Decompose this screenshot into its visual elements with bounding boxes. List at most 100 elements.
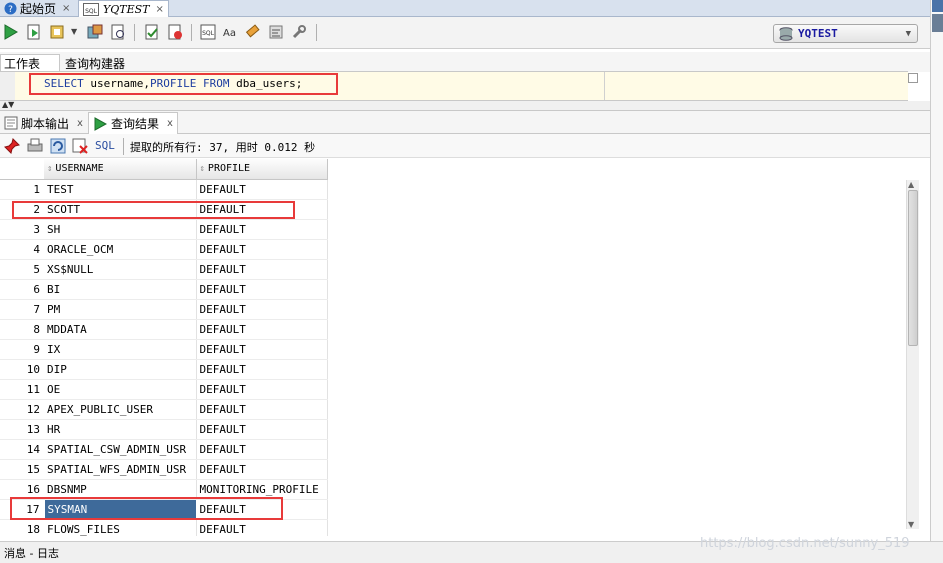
run-statement-icon[interactable] <box>3 24 19 40</box>
tab-worksheet[interactable]: 工作表 <box>0 54 60 72</box>
cell-username[interactable]: BI <box>44 279 197 300</box>
cell-username[interactable]: TEST <box>44 179 197 200</box>
close-icon[interactable]: x <box>77 118 83 129</box>
window-control[interactable] <box>932 0 943 12</box>
sort-icon[interactable]: ⇕ <box>47 164 52 174</box>
cell-username[interactable]: XS$NULL <box>44 259 197 280</box>
format-icon[interactable] <box>268 24 284 40</box>
chevron-down-icon[interactable]: ▼ <box>71 27 77 36</box>
cell-username[interactable]: DIP <box>44 359 197 380</box>
cell-profile[interactable]: DEFAULT <box>196 519 328 536</box>
pin-icon[interactable] <box>4 138 20 154</box>
cell-username[interactable]: SPATIAL_WFS_ADMIN_USR <box>44 459 197 480</box>
messages-log-label[interactable]: 消息 - 日志 <box>4 545 59 561</box>
cell-profile[interactable]: DEFAULT <box>196 259 328 280</box>
table-row[interactable]: 13 HR DEFAULT <box>0 419 328 440</box>
explain-plan-icon[interactable] <box>87 24 103 40</box>
row-number: 7 <box>0 299 44 320</box>
cell-username[interactable]: OE <box>44 379 197 400</box>
table-row[interactable]: 11 OE DEFAULT <box>0 379 328 400</box>
tab-start-page[interactable]: ? 起始页 × <box>0 0 74 17</box>
run-script-icon[interactable] <box>26 24 42 40</box>
table-row[interactable]: 4 ORACLE_OCM DEFAULT <box>0 239 328 260</box>
row-number: 15 <box>0 459 44 480</box>
wrench-icon[interactable] <box>291 24 307 40</box>
column-header-label: USERNAME <box>55 163 104 175</box>
cell-username[interactable]: ORACLE_OCM <box>44 239 197 260</box>
refresh-icon[interactable] <box>50 138 66 154</box>
cell-profile[interactable]: MONITORING_PROFILE <box>196 479 328 500</box>
cell-profile[interactable]: DEFAULT <box>196 299 328 320</box>
sql-history-icon[interactable]: SQL <box>200 24 216 40</box>
close-icon[interactable]: x <box>167 118 173 129</box>
collapse-arrows-icon[interactable]: ▲▼ <box>2 100 14 109</box>
sort-icon[interactable]: ⇕ <box>200 164 205 174</box>
rollback-icon[interactable] <box>167 24 183 40</box>
cell-username[interactable]: FLOWS_FILES <box>44 519 197 536</box>
sql-tuning-icon[interactable] <box>110 24 126 40</box>
cell-username[interactable]: APEX_PUBLIC_USER <box>44 399 197 420</box>
cell-profile[interactable]: DEFAULT <box>196 419 328 440</box>
table-row[interactable]: 10 DIP DEFAULT <box>0 359 328 380</box>
table-row[interactable]: 8 MDDATA DEFAULT <box>0 319 328 340</box>
cell-profile[interactable]: DEFAULT <box>196 379 328 400</box>
cell-profile[interactable]: DEFAULT <box>196 359 328 380</box>
cell-profile[interactable]: DEFAULT <box>196 179 328 200</box>
output-tab-bar: 脚本输出 x 查询结果 x <box>0 111 930 134</box>
table-row[interactable]: 18 FLOWS_FILES DEFAULT <box>0 519 328 536</box>
document-tab-bar: ? 起始页 × SQL YQTEST × <box>0 0 943 17</box>
scroll-down-icon[interactable]: ▼ <box>908 520 914 529</box>
tab-label: YQTEST <box>103 2 150 16</box>
table-row[interactable]: 6 BI DEFAULT <box>0 279 328 300</box>
table-row[interactable]: 16 DBSNMP MONITORING_PROFILE <box>0 479 328 500</box>
table-row[interactable]: 14 SPATIAL_CSW_ADMIN_USR DEFAULT <box>0 439 328 460</box>
svg-text:SQL: SQL <box>85 8 98 15</box>
clear-icon[interactable] <box>245 24 261 40</box>
scroll-up-icon[interactable]: ▲ <box>908 180 914 189</box>
cell-profile[interactable]: DEFAULT <box>196 339 328 360</box>
cell-username[interactable]: IX <box>44 339 197 360</box>
autotrace-icon[interactable] <box>50 24 66 40</box>
script-output-icon <box>4 116 18 130</box>
cell-profile[interactable]: DEFAULT <box>196 239 328 260</box>
connection-selector[interactable]: YQTEST ▼ <box>773 24 918 43</box>
chevron-down-icon[interactable]: ▼ <box>906 29 911 39</box>
cell-username[interactable]: HR <box>44 419 197 440</box>
tab-yqtest[interactable]: SQL YQTEST × <box>78 0 169 17</box>
tab-script-output[interactable]: 脚本输出 x <box>0 112 87 134</box>
commit-icon[interactable] <box>144 24 160 40</box>
cell-username[interactable]: MDDATA <box>44 319 197 340</box>
window-scroll-button[interactable] <box>932 14 943 32</box>
cell-profile[interactable]: DEFAULT <box>196 219 328 240</box>
column-header-profile[interactable]: ⇕ PROFILE <box>196 159 328 180</box>
table-row[interactable]: 9 IX DEFAULT <box>0 339 328 360</box>
editor-subtab-bar: 工作表 查询构建器 <box>0 52 930 72</box>
cell-profile[interactable]: DEFAULT <box>196 439 328 460</box>
cell-profile[interactable]: DEFAULT <box>196 459 328 480</box>
cell-username[interactable]: PM <box>44 299 197 320</box>
sql-button[interactable]: SQL <box>95 139 115 152</box>
close-icon[interactable]: × <box>156 4 164 15</box>
uppercase-icon[interactable]: Aa <box>222 24 238 40</box>
print-icon[interactable] <box>27 138 43 154</box>
table-row[interactable]: 7 PM DEFAULT <box>0 299 328 320</box>
cell-username[interactable]: DBSNMP <box>44 479 197 500</box>
cell-username[interactable]: SH <box>44 219 197 240</box>
tab-query-result[interactable]: 查询结果 x <box>88 112 178 134</box>
cell-profile[interactable]: DEFAULT <box>196 399 328 420</box>
close-icon[interactable]: × <box>62 3 70 14</box>
table-row[interactable]: 1 TEST DEFAULT <box>0 179 328 200</box>
table-row[interactable]: 5 XS$NULL DEFAULT <box>0 259 328 280</box>
delete-icon[interactable] <box>72 138 88 154</box>
table-row[interactable]: 12 APEX_PUBLIC_USER DEFAULT <box>0 399 328 420</box>
cell-profile[interactable]: DEFAULT <box>196 279 328 300</box>
table-row[interactable]: 3 SH DEFAULT <box>0 219 328 240</box>
editor-corner-checkbox[interactable] <box>908 73 918 83</box>
splitter[interactable]: ▲▼ <box>0 100 930 111</box>
column-header-username[interactable]: ⇕ USERNAME <box>44 159 197 180</box>
scrollbar-thumb[interactable] <box>908 190 918 346</box>
tab-query-builder[interactable]: 查询构建器 <box>62 54 128 72</box>
cell-username[interactable]: SPATIAL_CSW_ADMIN_USR <box>44 439 197 460</box>
table-row[interactable]: 15 SPATIAL_WFS_ADMIN_USR DEFAULT <box>0 459 328 480</box>
cell-profile[interactable]: DEFAULT <box>196 319 328 340</box>
